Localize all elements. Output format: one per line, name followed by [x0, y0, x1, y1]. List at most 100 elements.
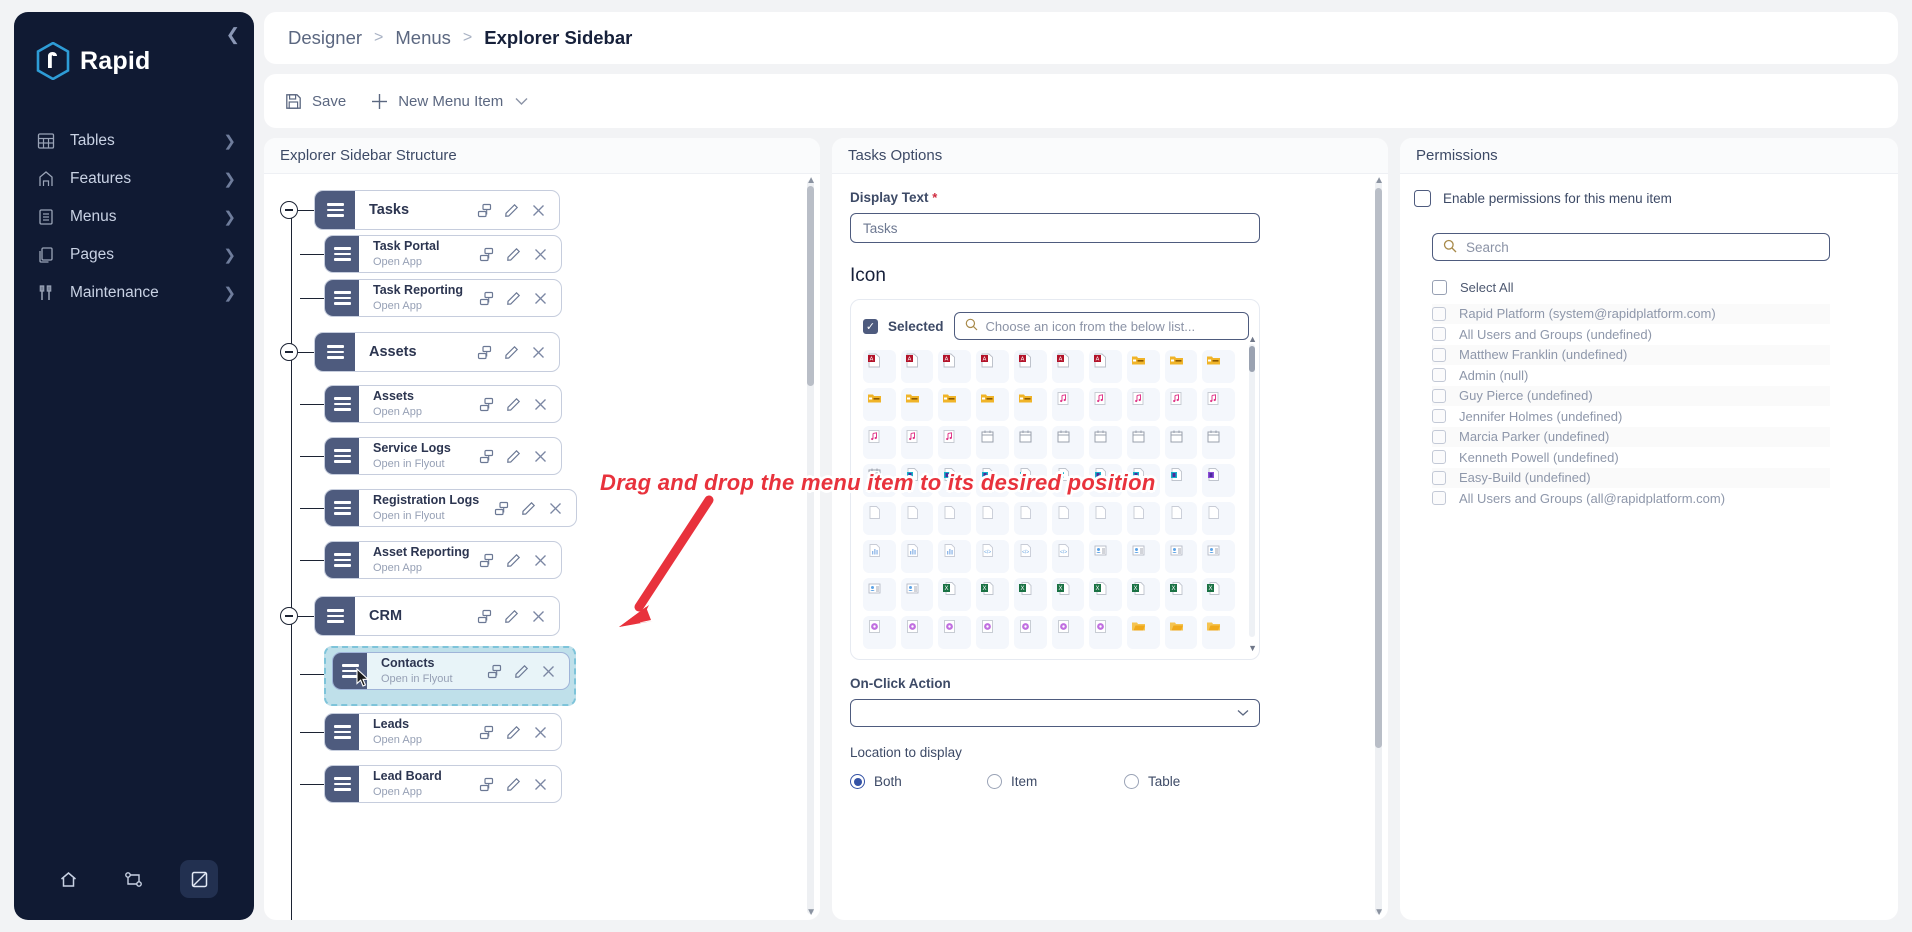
icon-cell-folder-amber[interactable] [863, 388, 896, 421]
icon-cell-doc-music[interactable] [863, 426, 896, 459]
icon-cell-doc-red-a[interactable]: A [976, 350, 1009, 383]
icon-cell-doc-access[interactable] [1089, 464, 1122, 497]
duplicate-icon[interactable] [486, 663, 503, 680]
delete-x-icon[interactable] [547, 500, 564, 517]
icon-cell-doc-contact[interactable] [900, 578, 934, 611]
permission-row[interactable]: Easy-Build (undefined) [1432, 467, 1830, 488]
save-button[interactable]: Save [284, 92, 346, 111]
sidebar-collapse-icon[interactable]: ❮ [226, 26, 240, 43]
sidebar-item-pages[interactable]: Pages ❯ [14, 236, 254, 274]
selected-checkbox[interactable]: ✓ [863, 318, 878, 334]
icon-cell-doc-access[interactable] [900, 464, 934, 497]
radio-item-icon[interactable] [987, 774, 1002, 789]
delete-x-icon[interactable] [532, 724, 549, 741]
permission-row[interactable]: All Users and Groups (undefined) [1432, 324, 1830, 345]
drag-handle-icon[interactable] [325, 490, 359, 526]
duplicate-icon[interactable] [478, 246, 495, 263]
icon-cell-doc-access[interactable] [1051, 464, 1085, 497]
icon-cell-doc-music[interactable] [1202, 388, 1235, 421]
drag-handle-icon[interactable] [325, 386, 359, 422]
radio-table-icon[interactable] [1124, 774, 1139, 789]
menu-item-chip[interactable]: Service Logs Open in Flyout [324, 437, 562, 475]
edit-pencil-icon[interactable] [505, 290, 522, 307]
select-all-checkbox[interactable] [1432, 279, 1447, 295]
drag-handle-icon[interactable] [325, 438, 359, 474]
menu-item-chip[interactable]: Registration Logs Open in Flyout [324, 489, 577, 527]
icon-cell-folder-amber[interactable] [900, 388, 934, 421]
icon-cell-doc-code[interactable]: </> [1013, 540, 1047, 573]
icon-cell-doc-red-a[interactable]: A [863, 350, 896, 383]
delete-x-icon[interactable] [540, 663, 557, 680]
duplicate-icon[interactable] [476, 608, 493, 625]
duplicate-icon[interactable] [478, 396, 495, 413]
breadcrumb-item-menus[interactable]: Menus [395, 27, 451, 49]
radio-option-item[interactable]: Item [987, 774, 1124, 789]
permission-checkbox[interactable] [1432, 388, 1446, 403]
delete-x-icon[interactable] [532, 246, 549, 263]
icon-cell-folder-amber[interactable] [938, 388, 972, 421]
display-text-input[interactable]: Tasks [850, 213, 1260, 243]
icon-scroll-down-icon[interactable]: ▼ [1248, 643, 1257, 653]
icon-cell-doc-excel[interactable]: X [1089, 578, 1122, 611]
scroll-up-icon[interactable]: ▲ [806, 176, 816, 186]
permission-checkbox[interactable] [1432, 306, 1446, 321]
delete-x-icon[interactable] [532, 448, 549, 465]
duplicate-icon[interactable] [478, 724, 495, 741]
menu-item-chip[interactable]: Asset Reporting Open App [324, 541, 562, 579]
menu-item-chip[interactable]: CRM [314, 596, 560, 636]
icon-cell-doc-blank[interactable] [976, 502, 1009, 535]
options-scrollbar-thumb[interactable] [1375, 188, 1382, 748]
icon-cell-calendar[interactable] [1202, 426, 1235, 459]
icon-cell-doc-chart[interactable] [900, 540, 934, 573]
sidebar-item-features[interactable]: Features ❯ [14, 160, 254, 198]
permission-row[interactable]: Jennifer Holmes (undefined) [1432, 406, 1830, 427]
drag-handle-icon[interactable] [333, 653, 367, 689]
drag-drop-placeholder[interactable]: Contacts Open in Flyout [324, 646, 576, 706]
icon-cell-doc-media[interactable] [1013, 616, 1047, 649]
collapse-toggle[interactable] [280, 201, 298, 219]
menu-item-chip[interactable]: Leads Open App [324, 713, 562, 751]
icon-cell-doc-red-a[interactable]: A [938, 350, 972, 383]
sidebar-item-maintenance[interactable]: Maintenance ❯ [14, 274, 254, 312]
permissions-search-input[interactable]: Search [1432, 233, 1830, 261]
duplicate-icon[interactable] [478, 552, 495, 569]
icon-scroll-up-icon[interactable]: ▲ [1248, 334, 1257, 344]
icon-cell-doc-blank[interactable] [938, 502, 972, 535]
icon-cell-doc-red-a[interactable]: A [1051, 350, 1085, 383]
icon-cell-calendar[interactable] [863, 464, 896, 497]
collapse-toggle[interactable] [280, 607, 298, 625]
delete-x-icon[interactable] [530, 202, 547, 219]
drag-handle-icon[interactable] [315, 191, 355, 229]
permission-row[interactable]: All Users and Groups (all@rapidplatform.… [1432, 488, 1830, 509]
icon-cell-folder-open[interactable] [1126, 616, 1160, 649]
edit-pencil-icon[interactable] [505, 776, 522, 793]
icon-cell-doc-contact[interactable] [863, 578, 896, 611]
icon-cell-doc-blank[interactable] [863, 502, 896, 535]
permission-checkbox[interactable] [1432, 327, 1446, 342]
sidebar-item-tables[interactable]: Tables ❯ [14, 122, 254, 160]
permission-checkbox[interactable] [1432, 470, 1446, 485]
icon-cell-doc-access-purple[interactable] [1202, 464, 1235, 497]
icon-cell-folder-open[interactable] [1164, 616, 1198, 649]
icon-cell-doc-chart[interactable] [863, 540, 896, 573]
icon-cell-doc-excel[interactable]: X [1202, 578, 1235, 611]
icon-cell-doc-media[interactable] [900, 616, 934, 649]
icon-cell-calendar[interactable] [1089, 426, 1122, 459]
permission-checkbox[interactable] [1432, 450, 1446, 465]
scroll-up-icon[interactable]: ▲ [1374, 176, 1384, 186]
new-menu-item-button[interactable]: New Menu Item [370, 92, 531, 111]
workflow-icon[interactable] [115, 860, 153, 898]
menu-item-chip[interactable]: Task Portal Open App [324, 235, 562, 273]
icon-cell-doc-blank[interactable] [1202, 502, 1235, 535]
icon-cell-doc-blank[interactable] [1089, 502, 1122, 535]
enable-permissions-row[interactable]: Enable permissions for this menu item [1414, 190, 1876, 207]
scroll-down-icon[interactable]: ▼ [1374, 908, 1384, 918]
duplicate-icon[interactable] [493, 500, 510, 517]
delete-x-icon[interactable] [532, 776, 549, 793]
duplicate-icon[interactable] [478, 290, 495, 307]
icon-cell-doc-contact[interactable] [1202, 540, 1235, 573]
icon-cell-doc-media[interactable] [1051, 616, 1085, 649]
edit-pencil-icon[interactable] [503, 608, 520, 625]
icon-cell-doc-red-a[interactable]: A [1013, 350, 1047, 383]
icon-cell-doc-media[interactable] [938, 616, 972, 649]
